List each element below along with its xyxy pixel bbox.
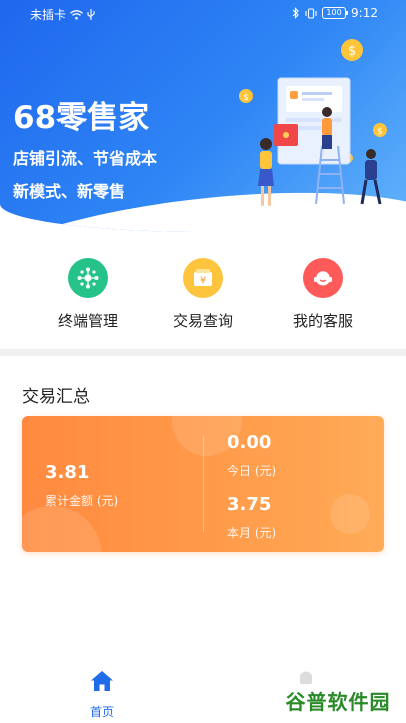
transaction-query-button[interactable]: ¥ 交易查询 [148, 258, 258, 331]
transaction-yen-icon: ¥ [183, 258, 223, 298]
cumulative-amount-label: 累计金额 (元) [45, 494, 119, 508]
status-bar: 未插卡 100 9:12 [0, 0, 406, 28]
today-amount-label: 今日 (元) [227, 464, 277, 478]
slogan-line-2: 新模式、新零售 [13, 182, 126, 201]
vibrate-icon [305, 7, 317, 19]
home-icon [91, 671, 113, 691]
battery-icon: 100 [322, 7, 349, 19]
customer-service-button[interactable]: 我的客服 [268, 258, 378, 331]
card-bubble [22, 506, 102, 552]
month-amount-label: 本月 (元) [227, 526, 277, 540]
cumulative-amount-value: 3.81 [45, 462, 90, 483]
carrier-text: 未插卡 [30, 8, 67, 22]
banner-illustration: $ $ $ [239, 39, 400, 213]
watermark-logo: 谷普软件园 [276, 684, 400, 716]
nav-home-label: 首页 [89, 705, 114, 719]
summary-card[interactable]: 3.81 累计金额 (元) 0.00 今日 (元) 3.75 本月 (元) [22, 416, 384, 552]
svg-text:¥: ¥ [200, 276, 206, 287]
app-title: 68零售家 [13, 100, 150, 136]
summary-title: 交易汇总 [22, 387, 90, 407]
terminal-hub-icon [68, 258, 108, 298]
wifi-icon [70, 9, 83, 19]
month-amount-value: 3.75 [227, 494, 272, 515]
section-divider [0, 349, 406, 356]
header-banner: 未插卡 100 9:12 68零售家 店铺引流、节省成本 新模式、新零售 $ $… [0, 0, 406, 232]
terminal-management-label: 终端管理 [57, 312, 118, 330]
svg-text:$: $ [348, 44, 356, 59]
customer-service-label: 我的客服 [292, 312, 353, 330]
clock-text: 9:12 [351, 6, 378, 20]
status-left: 未插卡 [30, 6, 95, 23]
card-divider [203, 436, 204, 532]
terminal-management-button[interactable]: 终端管理 [33, 258, 143, 331]
bluetooth-icon [292, 7, 299, 19]
today-amount-value: 0.00 [227, 432, 272, 453]
card-bubble [330, 494, 370, 534]
quick-actions: 终端管理 ¥ 交易查询 我的客服 [0, 258, 406, 338]
usb-icon [87, 9, 95, 20]
transaction-query-label: 交易查询 [172, 312, 233, 330]
slogan-line-1: 店铺引流、节省成本 [13, 149, 158, 168]
customer-service-icon [303, 258, 343, 298]
svg-text:$: $ [377, 127, 383, 137]
nav-home-tab[interactable]: 首页 [72, 669, 132, 720]
svg-text:$: $ [243, 93, 249, 103]
status-right: 100 9:12 [292, 6, 378, 20]
